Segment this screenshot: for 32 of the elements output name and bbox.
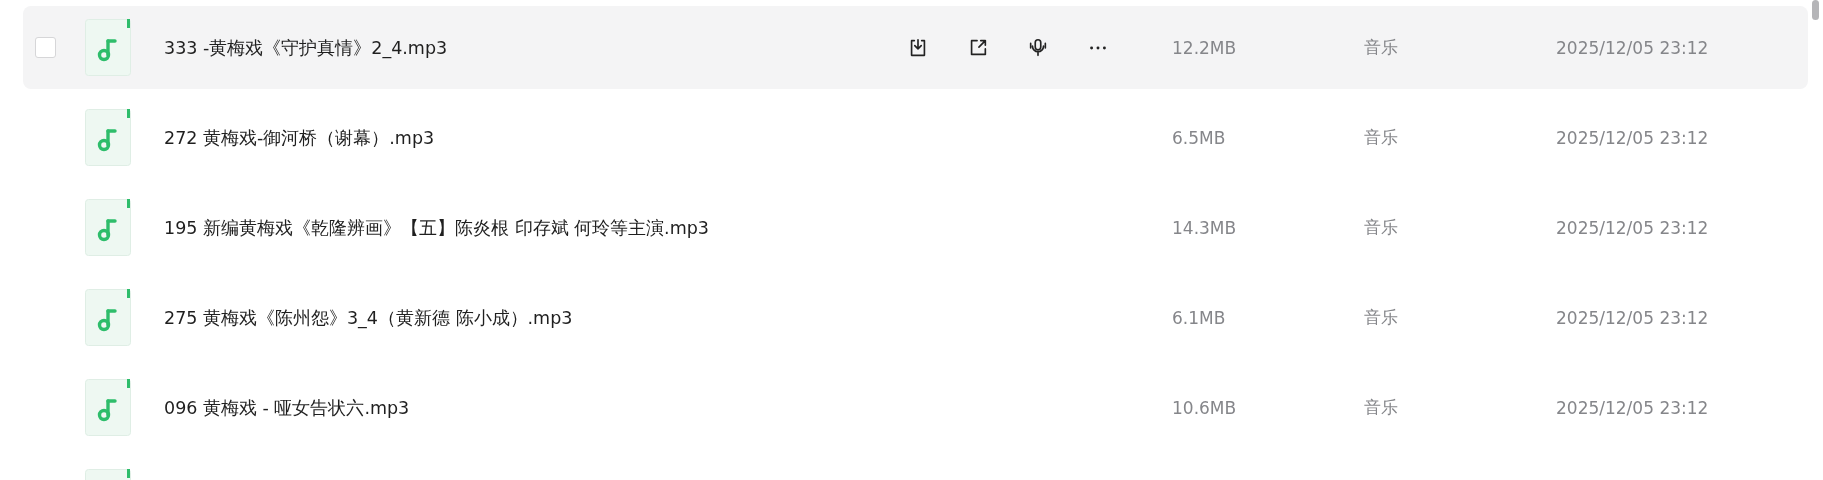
- file-row[interactable]: 195 新编黄梅戏《乾隆辨画》【五】陈炎根 印存斌 何玲等主演.mp3 14.3MB 音乐 2025/12/05 23:12: [23, 186, 1808, 269]
- file-name: 333 -黄梅戏《守护真情》2_4.mp3: [164, 36, 449, 60]
- file-size: 12.2MB: [1172, 37, 1238, 58]
- checkbox[interactable]: [35, 37, 56, 58]
- modified-date: 2025/12/05 23:12: [1556, 217, 1709, 238]
- modified-date: 2025/12/05 23:12: [1556, 37, 1709, 58]
- scrollbar-thumb[interactable]: [1812, 0, 1819, 20]
- file-row[interactable]: 272 黄梅戏-御河桥（谢幕）.mp3 6.5MB 音乐 2025/12/05 23:12: [23, 96, 1808, 179]
- file-row[interactable]: 275 黄梅戏《陈州怨》3_4（黄新德 陈小成）.mp3 6.1MB 音乐 2025/12/05 23:12: [23, 276, 1808, 359]
- file-size: 6.5MB: [1172, 127, 1227, 148]
- file-name: 195 新编黄梅戏《乾隆辨画》【五】陈炎根 印存斌 何玲等主演.mp3: [164, 216, 710, 240]
- file-name: 272 黄梅戏-御河桥（谢幕）.mp3: [164, 126, 436, 150]
- file-size: 10.6MB: [1172, 397, 1238, 418]
- music-file-icon: [85, 19, 131, 76]
- modified-date: 2025/12/05 23:12: [1556, 127, 1709, 148]
- modified-date: 2025/12/05 23:12: [1556, 307, 1709, 328]
- file-type: 音乐: [1364, 126, 1399, 149]
- file-type: 音乐: [1364, 396, 1399, 419]
- file-type: 音乐: [1364, 36, 1399, 59]
- music-file-icon: [85, 109, 131, 166]
- file-name: 275 黄梅戏《陈州怨》3_4（黄新德 陈小成）.mp3: [164, 306, 574, 330]
- file-row[interactable]: 333 -黄梅戏《守护真情》2_4.mp3 12.2MB 音乐 2025/12/05 23:12: [23, 6, 1808, 89]
- music-file-icon: [85, 379, 131, 436]
- file-type: 音乐: [1364, 306, 1399, 329]
- music-file-icon: [85, 199, 131, 256]
- file-size: 6.1MB: [1172, 307, 1227, 328]
- file-row[interactable]: 096 黄梅戏 - 哑女告状六.mp3 10.6MB 音乐 2025/12/05 23:12: [23, 366, 1808, 449]
- file-type: 音乐: [1364, 216, 1399, 239]
- file-size: 14.3MB: [1172, 217, 1238, 238]
- music-file-icon: [85, 289, 131, 346]
- modified-date: 2025/12/05 23:12: [1556, 397, 1709, 418]
- file-name: 096 黄梅戏 - 哑女告状六.mp3: [164, 396, 411, 420]
